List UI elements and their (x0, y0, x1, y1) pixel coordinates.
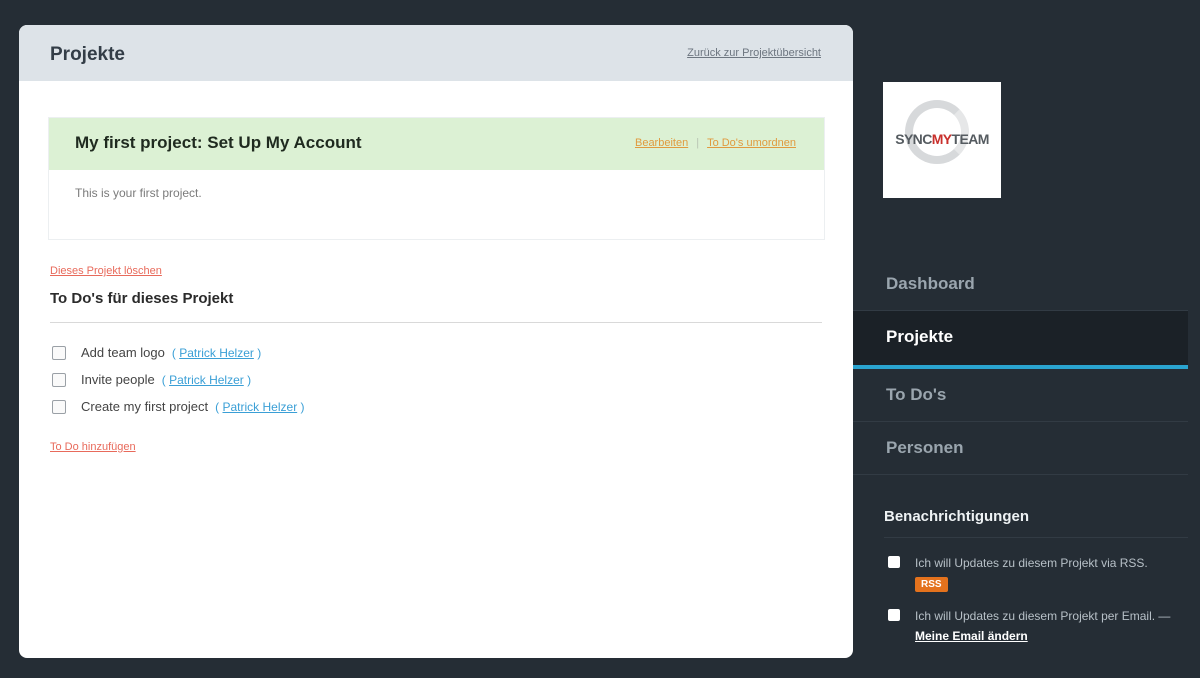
sidebar-item-label: To Do's (886, 385, 947, 404)
project-title: My first project: Set Up My Account (75, 133, 362, 152)
assignee-close-paren: ) (247, 372, 252, 387)
todo-text: Add team logo (81, 345, 165, 360)
email-checkbox[interactable] (888, 609, 900, 621)
back-to-projects-link[interactable]: Zurück zur Projektübersicht (687, 47, 821, 59)
sidebar-item-projekte[interactable]: Projekte (853, 311, 1188, 369)
todo-text: Create my first project (81, 399, 209, 414)
assignee-close-paren: ) (300, 399, 305, 414)
todo-checkbox[interactable] (52, 399, 66, 414)
todo-assignee: ( Patrick Helzer ) (215, 400, 304, 414)
notifications-heading: Benachrichtigungen (884, 508, 1030, 525)
logo-wordmark: SYNCMYTEAM (883, 131, 1001, 147)
todo-item: Invite people ( Patrick Helzer ) (52, 366, 305, 393)
action-separator: | (696, 137, 700, 149)
edit-project-link[interactable]: Bearbeiten (635, 137, 688, 149)
project-description: This is your first project. (75, 186, 202, 200)
todos-heading: To Do's für dieses Projekt (50, 290, 234, 307)
assignee-open-paren: ( (215, 399, 220, 414)
sidebar-item-label: Personen (886, 438, 964, 457)
sidebar-item-dashboard[interactable]: Dashboard (853, 258, 1188, 311)
sidebar-item-todos[interactable]: To Do's (853, 369, 1188, 422)
todo-checkbox[interactable] (52, 372, 66, 387)
assignee-link[interactable]: Patrick Helzer (169, 373, 244, 387)
todo-item: Add team logo ( Patrick Helzer ) (52, 339, 305, 366)
assignee-link[interactable]: Patrick Helzer (223, 400, 298, 414)
sidebar-item-personen[interactable]: Personen (853, 422, 1188, 475)
panel-header: Projekte Zurück zur Projektübersicht (19, 25, 853, 81)
project-card: My first project: Set Up My Account Bear… (48, 117, 825, 240)
assignee-link[interactable]: Patrick Helzer (179, 346, 254, 360)
todo-text: Invite people (81, 372, 155, 387)
assignee-open-paren: ( (171, 345, 176, 360)
syncmyteam-logo[interactable]: SYNCMYTEAM (883, 82, 1001, 198)
add-todo-link[interactable]: To Do hinzufügen (50, 441, 136, 453)
sidebar-item-label: Dashboard (886, 274, 975, 293)
project-card-header: My first project: Set Up My Account Bear… (49, 118, 824, 170)
change-email-link[interactable]: Meine Email ändern (915, 629, 1028, 643)
rss-notification-text: Ich will Updates zu diesem Projekt via R… (915, 553, 1175, 593)
reorder-todos-link[interactable]: To Do's umordnen (707, 137, 796, 149)
logo-word-sync: SYNC (895, 131, 932, 147)
divider (50, 322, 822, 323)
sidebar-item-label: Projekte (886, 327, 954, 346)
page-title: Projekte (50, 44, 125, 65)
todo-assignee: ( Patrick Helzer ) (162, 373, 251, 387)
assignee-open-paren: ( (161, 372, 166, 387)
todo-checkbox[interactable] (52, 345, 66, 360)
rss-label: Ich will Updates zu diesem Projekt via R… (915, 556, 1148, 570)
project-actions: Bearbeiten | To Do's umordnen (635, 137, 796, 149)
todo-list: Add team logo ( Patrick Helzer ) Invite … (52, 339, 305, 420)
logo-word-team: TEAM (951, 131, 990, 147)
delete-project-link[interactable]: Dieses Projekt löschen (50, 265, 162, 277)
todo-item: Create my first project ( Patrick Helzer… (52, 393, 305, 420)
rss-feed-icon[interactable]: RSS (915, 577, 948, 592)
email-notification-text: Ich will Updates zu diesem Projekt per E… (915, 606, 1175, 646)
logo-word-my: MY (931, 131, 952, 147)
assignee-close-paren: ) (257, 345, 262, 360)
sidebar-nav: Dashboard Projekte To Do's Personen (853, 258, 1188, 475)
main-panel: Projekte Zurück zur Projektübersicht My … (19, 25, 853, 658)
rss-checkbox[interactable] (888, 556, 900, 568)
email-label: Ich will Updates zu diesem Projekt per E… (915, 609, 1171, 623)
notifications-divider (884, 537, 1188, 538)
todo-assignee: ( Patrick Helzer ) (172, 346, 261, 360)
